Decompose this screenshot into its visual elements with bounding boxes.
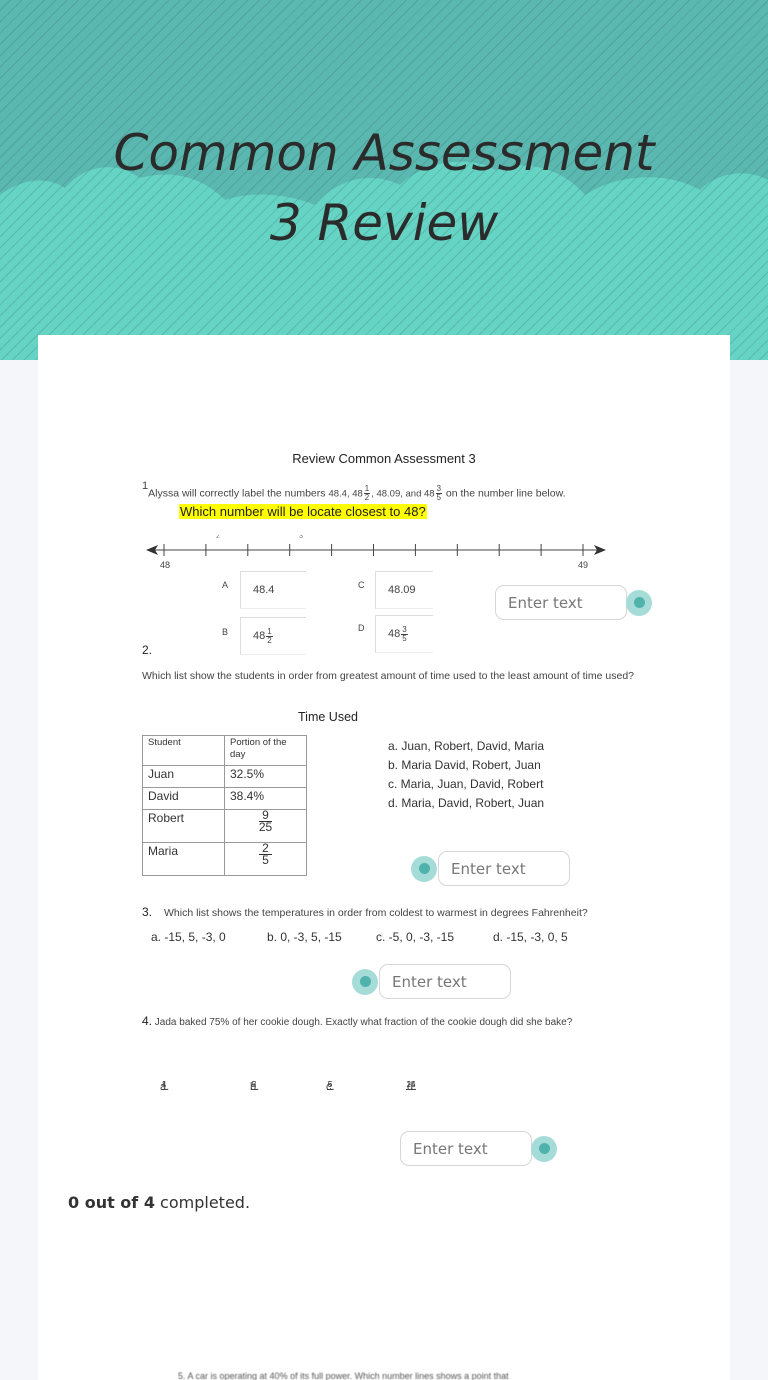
question-2-number: 2.: [142, 643, 153, 657]
option-d-box: 48 3 5: [375, 615, 433, 653]
completion-status: 0 out of 4 completed.: [68, 1193, 251, 1212]
question-3-text: 3. Which list shows the temperatures in o…: [142, 905, 588, 919]
table-row: Juan 32.5%: [142, 765, 307, 788]
q1-values: 48.4, 48: [328, 488, 363, 500]
q1-drag-handle-icon[interactable]: [626, 589, 652, 616]
q3-drag-handle-icon[interactable]: [352, 968, 378, 995]
number-line-end-label: 49: [578, 560, 589, 570]
question-1-text: 1Alyssa will correctly label the numbers…: [142, 480, 566, 503]
number-line-start-label: 48: [160, 560, 171, 570]
option-b-letter: B: [222, 627, 229, 637]
question-5-partial-text: 5. A car is operating at 40% of its full…: [178, 1371, 509, 1380]
option-a-box: 48.4: [240, 571, 306, 609]
question-4-number: 4.: [142, 1014, 153, 1028]
q2-drag-handle-icon[interactable]: [411, 855, 437, 882]
number-line-top-mark: 3: [299, 535, 303, 540]
choice-item: b. Maria David, Robert, Juan: [388, 758, 541, 772]
q4-answer-group: Enter text: [400, 1131, 557, 1166]
table-header: Portion of the day: [224, 735, 307, 766]
q3-answer-group: Enter text: [352, 964, 511, 999]
time-used-table: Student Portion of the day Juan 32.5% Da…: [142, 735, 307, 876]
option-c-box: 48.09: [375, 571, 433, 609]
q1-answer-group: Enter text: [495, 585, 652, 620]
table-row: David 38.4%: [142, 787, 307, 810]
number-line-top-mark: 2: [216, 535, 220, 540]
table-cell: 32.5%: [224, 765, 307, 788]
q1-fraction-1: 12: [363, 484, 371, 503]
page-title: Common Assessment 3 Review: [113, 124, 655, 252]
table-cell: Maria: [142, 842, 225, 876]
table-cell: David: [142, 787, 225, 810]
q4-drag-handle-icon[interactable]: [531, 1135, 557, 1162]
worksheet-document: Review Common Assessment 3 1Alyssa will …: [38, 335, 730, 1380]
table-title: Time Used: [298, 710, 358, 724]
question-2-choices: a. Juan, Robert, David, Maria b. Maria D…: [388, 737, 544, 813]
option-d-letter: D: [358, 623, 365, 633]
q3-answer-input[interactable]: Enter text: [379, 964, 511, 999]
table-cell: Juan: [142, 765, 225, 788]
question-1-highlight: Which number will be locate closest to 4…: [179, 504, 427, 519]
q2-answer-input[interactable]: Enter text: [438, 851, 570, 886]
q1-fraction-2: 35: [435, 484, 442, 503]
table-row: Robert 9 25: [142, 809, 307, 843]
choice-item: a. -15, 5, -3, 0: [151, 930, 226, 944]
completion-count: 0 out of 4: [68, 1193, 155, 1212]
table-cell: 9 25: [224, 809, 307, 843]
question-4-text: 4. Jada baked 75% of her cookie dough. E…: [142, 1014, 573, 1028]
q1-text-post: on the number line below.: [442, 487, 566, 500]
q1-text-pre: Alyssa will correctly label the numbers: [148, 487, 329, 500]
question-3-number: 3.: [142, 905, 153, 919]
choice-item: c. -5, 0, -3, -15: [376, 930, 455, 944]
choice-item: b. 0, -3, 5, -15: [267, 930, 342, 944]
table-header: Student: [142, 735, 225, 766]
question-4-choices: a. 1 4 b. 2 5 c. 5 6 d. 14 25: [160, 1080, 417, 1093]
q1-answer-input[interactable]: Enter text: [495, 585, 627, 620]
document-heading: Review Common Assessment 3: [292, 451, 476, 466]
question-1-number: 1: [142, 480, 149, 492]
table-cell: 25: [224, 842, 307, 876]
choice-item: d. Maria, David, Robert, Juan: [388, 796, 545, 810]
choice-item: a. Juan, Robert, David, Maria: [388, 739, 545, 753]
question-2-text: Which list show the students in order fr…: [142, 670, 634, 682]
table-cell: Robert: [142, 809, 225, 843]
table-cell: 38.4%: [224, 787, 307, 810]
question-3-choices: a. -15, 5, -3, 0 b. 0, -3, 5, -15 c. -5,…: [151, 930, 631, 948]
table-row: Maria 25: [142, 842, 307, 876]
q1-values-mid: , 48.09, and 48: [371, 488, 435, 500]
option-c-letter: C: [358, 580, 365, 590]
table-header-row: Student Portion of the day: [142, 735, 307, 766]
option-b-box: 48 1 2: [240, 617, 306, 655]
choice-item: c. Maria, Juan, David, Robert: [388, 777, 544, 791]
header-banner: Common Assessment 3 Review: [0, 0, 768, 360]
option-a-letter: A: [222, 580, 229, 590]
q4-answer-input[interactable]: Enter text: [400, 1131, 532, 1166]
choice-item: d. -15, -3, 0, 5: [493, 930, 568, 944]
worksheet-card: Review Common Assessment 3 1Alyssa will …: [38, 335, 730, 1380]
q2-answer-group: Enter text: [411, 851, 570, 886]
